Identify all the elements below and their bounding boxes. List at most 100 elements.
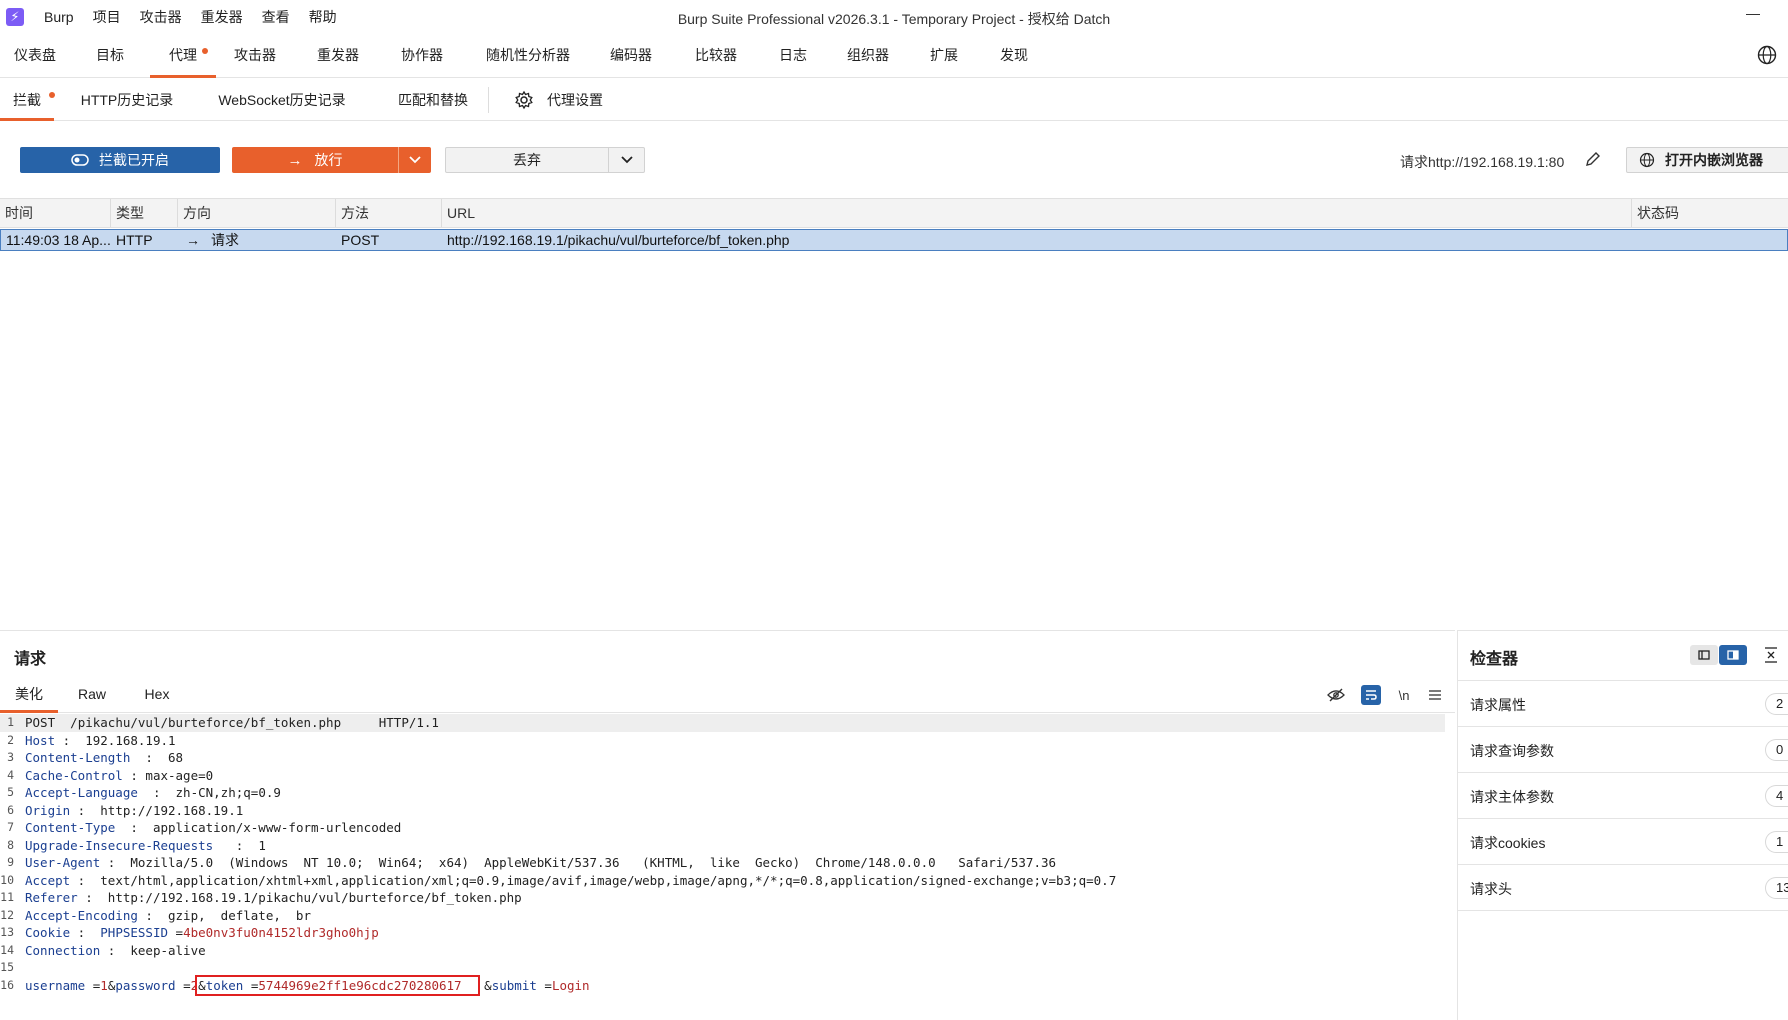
inspector-item-label: 请求属性 [1470,697,1526,713]
inspector-item-count: 1 [1765,831,1788,853]
cookie-value: 4be0nv3fu0n4152ldr3gho0hjp [183,925,379,940]
header-name: Accept [25,872,71,888]
row-method: POST [341,232,380,248]
layout-split-icon[interactable] [1719,645,1747,665]
tab-proxy[interactable]: 代理 [150,33,216,78]
editor-line: 6 Origin : http://192.168.19.1 [7,802,244,818]
token-highlight-box: &token =5744969e2ff1e96cdc270280617 [195,974,480,996]
tab-raw[interactable]: Raw [68,676,116,713]
param-name: submit [491,977,537,993]
inspector-item-count: 2 [1765,693,1788,715]
editor-line: 7 Content-Type : application/x-www-form-u… [7,820,402,835]
column-header-url[interactable]: URL [441,199,1631,227]
arrow-right-icon: → [186,232,200,248]
inspector-item-cookies[interactable]: 请求cookies 1 [1458,819,1788,865]
header-value: 192.168.19.1 [85,732,176,748]
column-header-method[interactable]: 方法 [335,199,441,227]
tab-discovery[interactable]: 发现 [990,33,1038,78]
title-bar: ⚡ Burp 项目 攻击器 重发器 查看 帮助 Burp Suite Profe… [0,0,1788,33]
table-row[interactable]: 11:49:03 18 Ap... HTTP → 请求 POST http://… [0,229,1788,251]
gear-icon[interactable] [514,90,534,110]
inspector-item-body-params[interactable]: 请求主体参数 4 [1458,773,1788,819]
header-name: Accept-Language [25,785,138,800]
forward-button[interactable]: → 放行 [232,147,398,173]
inspector-item-headers[interactable]: 请求头 13 [1458,865,1788,911]
menu-repeater[interactable]: 重发器 [201,7,243,27]
inspector-item-label: 请求cookies [1470,835,1546,851]
inspector-item-query-params[interactable]: 请求查询参数 0 [1458,727,1788,773]
editor-line: 12 Accept-Encoding : gzip, deflate, br [0,907,311,923]
menu-intruder[interactable]: 攻击器 [140,7,182,27]
inspector-panel: 检查器 请求属性 2 请求查询参数 0 请求主体参数 4 请求cookies 1… [1457,630,1788,1020]
menu-help[interactable]: 帮助 [309,7,337,27]
tab-http-history[interactable]: HTTP历史记录 [72,79,182,121]
editor-line: 11 Referer : http://192.168.19.1/pikachu/… [0,890,522,905]
tab-decoder[interactable]: 编码器 [601,33,661,78]
tab-proxy-settings[interactable]: 代理设置 [542,79,608,121]
header-name: Content-Length [25,750,131,765]
globe-icon [1639,152,1655,168]
column-header-type[interactable]: 类型 [110,199,177,227]
inspector-item-count: 0 [1765,739,1788,761]
menu-burp[interactable]: Burp [44,9,74,25]
header-value: gzip, deflate, br [168,907,311,923]
proxy-notification-dot [202,48,208,54]
chevron-down-icon [409,156,421,164]
inspector-item-count: 4 [1765,785,1788,807]
row-status [1632,230,1782,250]
tab-dashboard[interactable]: 仪表盘 [0,33,70,78]
row-time: 11:49:03 18 Ap... [6,232,111,248]
menu-view[interactable]: 查看 [262,7,290,27]
request-editor[interactable]: 1 POST /pikachu/vul/burteforce/bf_token.p… [0,714,1445,1014]
drop-label: 丢弃 [513,152,541,168]
tab-sequencer[interactable]: 随机性分析器 [478,33,578,78]
open-browser-button[interactable]: 打开内嵌浏览器 [1626,147,1788,173]
inspector-item-label: 请求主体参数 [1470,789,1554,805]
request-target-label: 请求http://192.168.19.1:80 [1400,154,1565,170]
drop-dropdown-button[interactable] [609,147,645,173]
tab-intruder[interactable]: 攻击器 [225,33,285,78]
tab-organizer[interactable]: 组织器 [838,33,898,78]
tab-collaborator[interactable]: 协作器 [392,33,452,78]
request-panel: 请求 美化 Raw Hex \n 1 POST /pikachu/vul/burt… [0,630,1455,1020]
column-header-time[interactable]: 时间 [0,199,110,227]
menu-icon[interactable] [1425,685,1445,705]
collapse-icon[interactable] [1761,645,1781,665]
tab-extensions[interactable]: 扩展 [920,33,968,78]
toggle-on-icon [71,154,89,166]
menu-project[interactable]: 项目 [93,7,121,27]
minimize-icon[interactable] [1746,14,1760,15]
inspector-item-request-attributes[interactable]: 请求属性 2 [1458,681,1788,727]
intercept-toggle-button[interactable]: 拦截已开启 [20,147,220,173]
inspector-title: 检查器 [1470,651,1519,668]
tab-repeater[interactable]: 重发器 [308,33,368,78]
eye-off-icon[interactable] [1326,685,1346,705]
main-tab-bar: 仪表盘 目标 代理 攻击器 重发器 协作器 随机性分析器 编码器 比较器 日志 … [0,33,1788,78]
pencil-icon[interactable] [1584,150,1602,168]
tab-logger[interactable]: 日志 [769,33,817,78]
newline-icon[interactable]: \n [1394,685,1414,705]
param-name: password [115,977,176,993]
tab-websocket-history[interactable]: WebSocket历史记录 [212,79,352,121]
editor-line: 8 Upgrade-Insecure-Requests : 1 [7,837,266,853]
tab-comparer[interactable]: 比较器 [686,33,746,78]
tab-intercept[interactable]: 拦截 [0,79,54,121]
globe-icon[interactable] [1756,44,1778,66]
param-value: 5744969e2ff1e96cdc270280617 [258,977,462,993]
editor-line: 13 Cookie : PHPSESSID =4be0nv3fu0n4152ldr… [0,925,379,940]
editor-line: 3 Content-Length : 68 [7,750,184,765]
header-value: text/html,application/xhtml+xml,applicat… [100,872,1117,888]
tab-target[interactable]: 目标 [80,33,140,78]
editor-line: 10 Accept : text/html,application/xhtml+x… [0,872,1117,888]
column-header-status[interactable]: 状态码 [1631,199,1788,227]
word-wrap-icon[interactable] [1361,685,1381,705]
header-name: User-Agent [25,855,101,870]
header-value: application/x-www-form-urlencoded [152,820,402,835]
tab-hex[interactable]: Hex [134,676,180,713]
tab-pretty[interactable]: 美化 [0,676,58,713]
tab-match-replace[interactable]: 匹配和替换 [383,79,483,121]
column-header-direction[interactable]: 方向 [177,199,335,227]
forward-dropdown-button[interactable] [398,147,431,173]
layout-list-icon[interactable] [1690,645,1718,665]
drop-button[interactable]: 丢弃 [445,147,609,173]
